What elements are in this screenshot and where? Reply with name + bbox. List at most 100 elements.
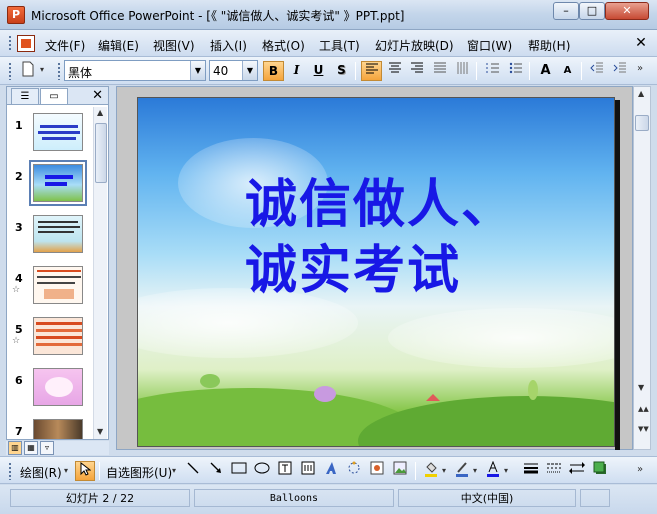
- decrease-indent-icon[interactable]: [586, 61, 607, 81]
- chevron-down-icon[interactable]: ▾: [504, 466, 508, 475]
- powerpoint-app-icon[interactable]: P: [7, 6, 25, 24]
- menu-help[interactable]: 帮助(H): [528, 37, 570, 54]
- chevron-down-icon[interactable]: ▾: [172, 466, 176, 475]
- slide-shadow: [615, 100, 620, 450]
- fill-color-icon[interactable]: [421, 461, 441, 481]
- tab-outline[interactable]: ☰: [11, 88, 39, 104]
- vertical-text-box-icon[interactable]: [298, 461, 318, 481]
- toolbar-separator: [476, 62, 477, 80]
- slideshow-view-icon[interactable]: ▿: [40, 441, 54, 455]
- thumbnail-scrollbar[interactable]: ▲ ▼: [93, 107, 107, 439]
- line-color-icon[interactable]: [452, 461, 472, 481]
- grow-font-button[interactable]: A: [535, 61, 556, 81]
- align-left-icon[interactable]: [361, 61, 382, 81]
- slide-thumbnail-1[interactable]: [33, 113, 83, 151]
- diagram-icon[interactable]: [344, 461, 364, 481]
- scroll-down-icon[interactable]: ▼: [638, 383, 644, 392]
- align-right-icon[interactable]: [406, 61, 427, 81]
- normal-view-icon[interactable]: ▥: [8, 441, 22, 455]
- close-document-button[interactable]: ✕: [628, 33, 654, 54]
- menu-view[interactable]: 视图(V): [153, 37, 195, 54]
- vertical-text-icon[interactable]: [452, 61, 473, 81]
- close-pane-button[interactable]: ✕: [92, 87, 103, 104]
- increase-indent-icon[interactable]: [609, 61, 630, 81]
- slide-number: 3: [15, 221, 23, 234]
- slide-title[interactable]: 诚信做人、 诚实考试: [245, 172, 515, 304]
- numbering-icon[interactable]: [482, 61, 503, 81]
- clip-art-icon[interactable]: [367, 461, 387, 481]
- chevron-down-icon[interactable]: ▾: [442, 466, 446, 475]
- tab-slides[interactable]: ▭: [40, 88, 68, 104]
- slide-thumbnail-5[interactable]: [33, 317, 83, 355]
- language-status: 中文(中国): [398, 489, 576, 507]
- toolbar-separator: [415, 462, 416, 480]
- scrollbar-thumb[interactable]: [95, 123, 107, 183]
- wordart-icon[interactable]: [321, 461, 341, 481]
- align-center-icon[interactable]: [384, 61, 405, 81]
- document-icon[interactable]: [17, 35, 35, 52]
- close-window-button[interactable]: ✕: [605, 2, 649, 20]
- minimize-button[interactable]: –: [553, 2, 579, 20]
- status-bar: 幻灯片 2 / 22 Balloons 中文(中国): [0, 485, 657, 514]
- slide-thumbnail-7[interactable]: [33, 419, 83, 439]
- underline-button[interactable]: U: [308, 61, 329, 81]
- scrollbar-thumb[interactable]: [635, 115, 649, 131]
- arrow-tool-icon[interactable]: [206, 461, 226, 481]
- menu-grip[interactable]: [8, 35, 12, 52]
- toolbar-separator: [581, 62, 582, 80]
- toolbar-options-icon[interactable]: »: [637, 464, 643, 475]
- next-slide-icon[interactable]: ▼▼: [638, 425, 649, 433]
- line-style-icon[interactable]: [521, 461, 541, 481]
- autoshapes-button[interactable]: 自选图形(U): [106, 464, 172, 481]
- insert-picture-icon[interactable]: [390, 461, 410, 481]
- menu-insert[interactable]: 插入(I): [210, 37, 247, 54]
- new-document-icon[interactable]: [17, 61, 38, 81]
- maximize-button[interactable]: □: [579, 2, 605, 20]
- oval-tool-icon[interactable]: [252, 461, 272, 481]
- toolbar-options-icon[interactable]: »: [637, 63, 643, 74]
- slide-scrollbar[interactable]: ▲ ▼ ▲▲ ▼▼: [633, 86, 651, 450]
- scroll-down-icon[interactable]: ▼: [97, 427, 103, 436]
- bold-button[interactable]: B: [263, 61, 284, 81]
- shadow-style-icon[interactable]: [590, 461, 610, 481]
- chevron-down-icon[interactable]: ▼: [190, 61, 205, 80]
- slide-thumbnail-4[interactable]: [33, 266, 83, 304]
- previous-slide-icon[interactable]: ▲▲: [638, 405, 649, 413]
- animation-star-icon: ☆: [12, 336, 21, 346]
- shrink-font-button[interactable]: A: [557, 61, 578, 81]
- chevron-down-icon[interactable]: ▾: [64, 466, 68, 475]
- font-color-icon[interactable]: [483, 460, 503, 481]
- italic-button[interactable]: I: [286, 61, 307, 81]
- font-name-select[interactable]: 黑体 ▼: [64, 60, 206, 81]
- drawing-toolbar-grip[interactable]: [8, 462, 12, 480]
- scroll-up-icon[interactable]: ▲: [97, 108, 103, 117]
- slide-thumbnail-6[interactable]: [33, 368, 83, 406]
- formatting-toolbar: ▾ 黑体 ▼ 40 ▼ B I U S A A »: [0, 57, 657, 85]
- distribute-text-icon[interactable]: [429, 61, 450, 81]
- slide-thumbnail-2[interactable]: [29, 160, 87, 206]
- menu-format[interactable]: 格式(O): [262, 37, 305, 54]
- menu-file[interactable]: 文件(F): [45, 37, 85, 54]
- select-objects-icon[interactable]: [75, 461, 95, 481]
- menu-edit[interactable]: 编辑(E): [98, 37, 139, 54]
- dash-style-icon[interactable]: [544, 461, 564, 481]
- menu-tools[interactable]: 工具(T): [319, 37, 360, 54]
- chevron-down-icon[interactable]: ▾: [473, 466, 477, 475]
- slide-thumbnail-3[interactable]: [33, 215, 83, 253]
- draw-menu-button[interactable]: 绘图(R): [20, 464, 62, 481]
- text-box-icon[interactable]: [275, 461, 295, 481]
- toolbar-grip-2[interactable]: [57, 62, 61, 80]
- arrow-style-icon[interactable]: [567, 461, 587, 481]
- rectangle-tool-icon[interactable]: [229, 461, 249, 481]
- toolbar-options-icon[interactable]: ▾: [40, 65, 44, 74]
- bullets-icon[interactable]: [505, 61, 526, 81]
- menu-window[interactable]: 窗口(W): [467, 37, 512, 54]
- menu-slideshow[interactable]: 幻灯片放映(D): [375, 37, 454, 54]
- shadow-button[interactable]: S: [331, 61, 352, 81]
- line-tool-icon[interactable]: [183, 461, 203, 481]
- font-size-select[interactable]: 40 ▼: [209, 60, 258, 81]
- slide-sorter-view-icon[interactable]: ▦: [24, 441, 38, 455]
- chevron-down-icon[interactable]: ▼: [242, 61, 257, 80]
- toolbar-grip[interactable]: [8, 62, 12, 80]
- scroll-up-icon[interactable]: ▲: [638, 89, 644, 98]
